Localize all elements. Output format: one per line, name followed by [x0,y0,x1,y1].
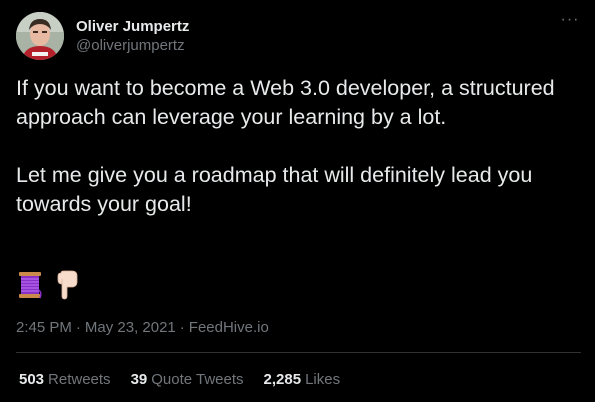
quote-tweets-label: Quote Tweets [151,371,244,388]
ellipsis-icon[interactable]: ··· [559,12,581,32]
likes-stat[interactable]: 2,285 Likes [264,370,341,389]
divider [16,352,581,353]
tweet-meta: 2:45 PM · May 23, 2021 · FeedHive.io [16,318,269,337]
tweet-time-link[interactable]: 2:45 PM · May 23, 2021 [16,319,176,336]
thread-spool-icon [19,272,42,299]
retweets-stat[interactable]: 503 Retweets [19,370,111,389]
tweet-card: Oliver Jumpertz @oliverjumpertz ··· If y… [0,0,595,402]
likes-count: 2,285 [263,371,302,388]
tweet-time: 2:45 PM [16,319,72,336]
tweet-source-link[interactable]: FeedHive.io [189,319,269,336]
meta-separator: · [179,319,185,336]
author-handle[interactable]: @oliverjumpertz [76,36,189,55]
tweet-text: If you want to become a Web 3.0 develope… [16,76,555,216]
quote-tweets-stat[interactable]: 39 Quote Tweets [131,370,244,389]
author-names: Oliver Jumpertz @oliverjumpertz [76,17,189,55]
tweet-header: Oliver Jumpertz @oliverjumpertz [16,12,189,60]
retweets-label: Retweets [48,371,111,388]
avatar[interactable] [16,12,64,60]
likes-label: Likes [305,371,341,388]
pointing-down-icon [57,270,78,300]
retweets-count: 503 [19,371,45,388]
tweet-emojis [16,270,80,300]
quote-tweets-count: 39 [130,371,148,388]
avatar-photo [16,12,64,60]
author-display-name[interactable]: Oliver Jumpertz [76,17,189,36]
meta-separator: · [75,319,81,336]
tweet-stats: 503 Retweets 39 Quote Tweets 2,285 Likes [19,370,340,389]
tweet-date: May 23, 2021 [84,319,176,336]
